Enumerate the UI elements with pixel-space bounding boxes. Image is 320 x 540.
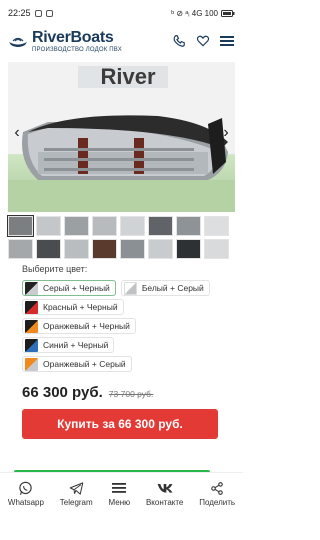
- status-indicators: ᵇ ⊘ ᵃᵢ 4G 100: [171, 8, 218, 18]
- current-price: 66 300 руб.: [22, 384, 103, 401]
- thumbnail[interactable]: [64, 216, 89, 236]
- price-row: 66 300 руб. 73 700 руб.: [22, 384, 235, 401]
- color-option-label: Оранжевый + Черный: [43, 321, 130, 331]
- vk-icon: [157, 480, 173, 496]
- color-options: Серый + Черный Белый + Серый Красный + Ч…: [22, 280, 235, 372]
- status-bar: 22:25 ᵇ ⊘ ᵃᵢ 4G 100: [0, 0, 243, 26]
- nav-label: Меню: [108, 498, 131, 507]
- telegram-icon: [68, 480, 84, 496]
- battery-icon: [221, 9, 235, 17]
- thumbnail[interactable]: [204, 239, 229, 259]
- brand-name: RiverBoats: [32, 28, 114, 46]
- thumbnail[interactable]: [176, 239, 201, 259]
- color-option-gray-black[interactable]: Серый + Черный: [22, 280, 116, 296]
- prev-image-button[interactable]: ‹: [10, 124, 24, 142]
- color-option-white-gray[interactable]: Белый + Серый: [120, 280, 210, 296]
- color-swatch: [25, 300, 38, 314]
- system-gesture-area: [0, 514, 243, 540]
- logo[interactable]: RiverBoats ПРОИЗВОДСТВО ЛОДОК ПВХ: [8, 28, 171, 53]
- color-option-label: Оранжевый + Серый: [43, 359, 126, 369]
- thumbnail[interactable]: [7, 215, 34, 237]
- thumbnail[interactable]: [120, 239, 145, 259]
- thumbnail[interactable]: [8, 239, 33, 259]
- color-swatch: [25, 338, 38, 352]
- nav-whatsapp[interactable]: Whatsapp: [8, 480, 44, 507]
- thumbnail[interactable]: [204, 216, 229, 236]
- nav-vkontakte[interactable]: Вконтакте: [146, 480, 183, 507]
- status-time: 22:25: [8, 8, 31, 18]
- product-image-carousel[interactable]: River ‹ ›: [8, 62, 235, 212]
- color-swatch: [25, 281, 38, 295]
- nav-label: Вконтакте: [145, 498, 184, 507]
- nav-telegram[interactable]: Telegram: [60, 480, 93, 507]
- thumbnail[interactable]: [176, 216, 201, 236]
- color-option-label: Синий + Черный: [43, 340, 109, 350]
- thumbnail[interactable]: [148, 216, 173, 236]
- color-option-label: Белый + Серый: [141, 283, 204, 293]
- color-option-red-black[interactable]: Красный + Черный: [22, 299, 124, 315]
- thumbnail-strip: [0, 215, 243, 237]
- thumbnail-strip: [0, 239, 243, 259]
- nav-label: Поделить: [199, 498, 236, 507]
- banner-text: River: [100, 64, 155, 89]
- nav-label: Whatsapp: [7, 498, 44, 507]
- color-option-blue-black[interactable]: Синий + Черный: [22, 337, 115, 353]
- phone-icon[interactable]: [171, 33, 187, 49]
- color-swatch: [25, 319, 38, 333]
- thumbnail[interactable]: [36, 239, 61, 259]
- notification-icon: [34, 9, 42, 17]
- thumbnail[interactable]: [148, 239, 173, 259]
- site-header: RiverBoats ПРОИЗВОДСТВО ЛОДОК ПВХ: [0, 26, 243, 56]
- notification-icon: [45, 9, 53, 17]
- menu-icon[interactable]: [219, 33, 235, 49]
- color-option-label: Красный + Черный: [43, 302, 118, 312]
- color-picker-title: Выберите цвет:: [22, 264, 88, 274]
- thumbnail[interactable]: [92, 239, 117, 259]
- thumbnail[interactable]: [64, 239, 89, 259]
- thumbnail[interactable]: [36, 216, 61, 236]
- brand-subtitle: ПРОИЗВОДСТВО ЛОДОК ПВХ: [32, 46, 122, 53]
- bottom-nav: Whatsapp Telegram Меню Вконтакте Поделит…: [0, 472, 243, 514]
- share-icon: [209, 480, 225, 496]
- color-swatch: [123, 281, 137, 295]
- boat-logo-icon: [9, 37, 27, 47]
- nav-share[interactable]: Поделить: [199, 480, 235, 507]
- thumbnail[interactable]: [92, 216, 117, 236]
- whatsapp-icon: [18, 480, 34, 496]
- old-price: 73 700 руб.: [108, 389, 154, 399]
- nav-menu[interactable]: Меню: [108, 480, 131, 507]
- boat-image: River: [8, 62, 235, 212]
- color-swatch: [25, 357, 38, 371]
- buy-button[interactable]: Купить за 66 300 руб.: [22, 409, 218, 439]
- color-option-orange-gray[interactable]: Оранжевый + Серый: [22, 356, 132, 372]
- heart-icon[interactable]: [195, 33, 211, 49]
- next-image-button[interactable]: ›: [219, 124, 233, 142]
- nav-label: Telegram: [59, 498, 93, 507]
- thumbnail[interactable]: [120, 216, 145, 236]
- color-option-orange-black[interactable]: Оранжевый + Черный: [22, 318, 136, 334]
- color-option-label: Серый + Черный: [43, 283, 110, 293]
- menu-icon: [111, 480, 127, 496]
- product-options-panel: Выберите цвет: Серый + Черный Белый + Се…: [8, 264, 235, 439]
